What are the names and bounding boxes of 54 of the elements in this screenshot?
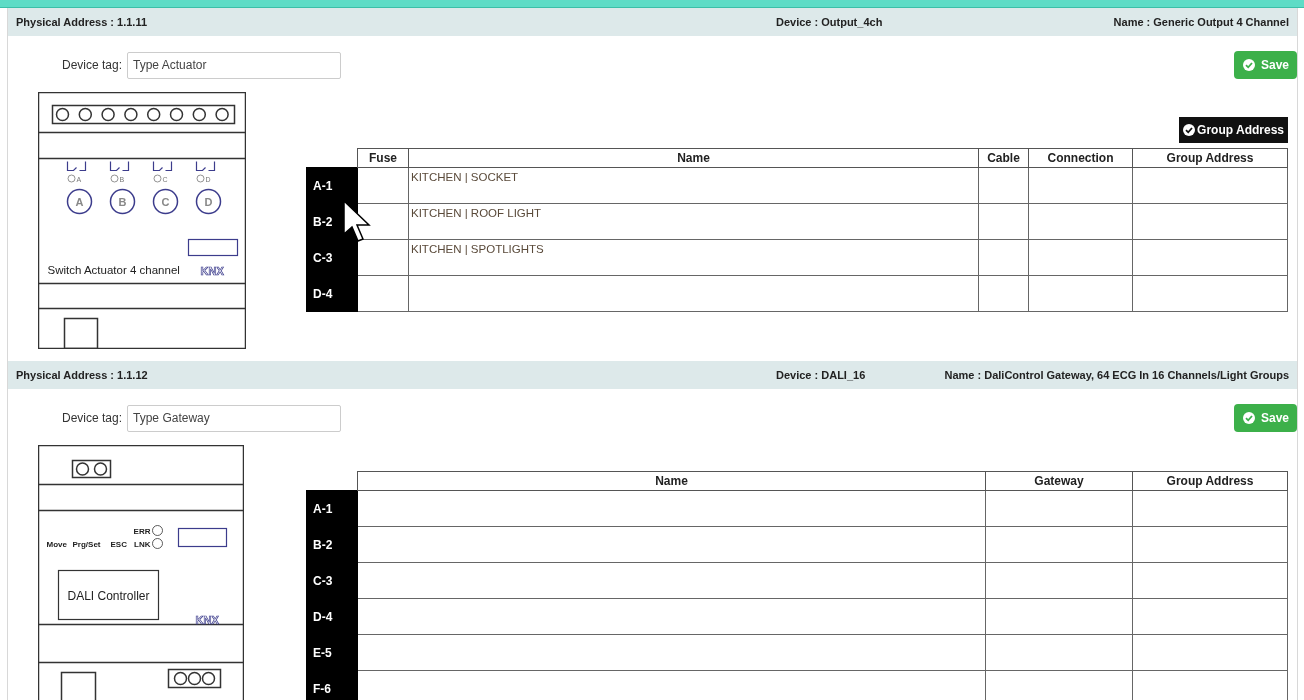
table-cell [978,167,1029,204]
table-cell: KITCHEN | SPOTLIGHTS [408,239,979,276]
table-cell [978,203,1029,240]
physical-address: Physical Address : 1.1.11 [16,16,149,28]
led-label: ERR [133,526,151,536]
logo: KNX [200,264,224,277]
physical-address: Physical Address : 1.1.12 [16,369,149,381]
check-circle-icon [1242,412,1255,424]
column-header: Connection [1028,148,1133,168]
column-header: Gateway [985,471,1133,491]
table-cell: KITCHEN | SOCKET [408,167,979,204]
led-label: LNK [134,539,151,549]
table-cell [357,275,409,312]
channel-cell: D-4 [306,598,358,635]
channel-label: A [75,195,84,208]
key-label: ESC [110,539,127,549]
device-type: Device : DALI_16 [776,369,867,381]
channel-label: D [204,195,213,208]
device-tag-label: Device tag: [62,58,123,72]
check-circle-icon [1183,124,1196,136]
key-label: Move [46,539,67,549]
column-header: Name [408,148,979,168]
channel-cell: F-6 [306,670,358,700]
device-name: Name : DaliControl Gateway, 64 ECG In 16 Channels/Light Groups [944,369,1289,381]
device-label: Switch Actuator 4 channel [47,263,180,276]
device-tag-label: Device tag: [62,411,123,425]
table-cell: KITCHEN | ROOF LIGHT [408,203,979,240]
column-header: Cable [978,148,1029,168]
group-address-button[interactable]: Group Address [1179,117,1288,143]
column-header: Group Address [1132,471,1288,491]
channel-cell: A-1 [306,167,358,204]
channel-cell: B-2 [306,526,358,563]
device-name: Name : Generic Output 4 Channel [1113,16,1289,28]
cursor-icon [343,200,373,244]
table-cell [978,239,1029,276]
key-label: Prg/Set [72,539,101,549]
channel-cell: D-4 [306,275,358,312]
device-tag-field[interactable]: Type Actuator [127,51,342,79]
channel-label: B [118,195,127,208]
check-circle-icon [1242,59,1255,71]
table-cell [357,167,409,204]
channel-cell: A-1 [306,490,358,527]
column-header: Fuse [357,148,409,168]
channel-cell: E-5 [306,634,358,671]
channel-cell: C-3 [306,562,358,599]
table-cell [978,275,1029,312]
channel-cell: C-3 [306,239,358,276]
column-header: Group Address [1132,148,1288,168]
column-header: Name [357,471,986,491]
device-type: Device : Output_4ch [776,16,884,28]
channel-label: C [161,195,170,208]
logo: KNX [195,613,219,626]
device-tag-field[interactable]: Type Gateway [127,404,342,432]
device-label: DALI Controller [67,588,150,603]
